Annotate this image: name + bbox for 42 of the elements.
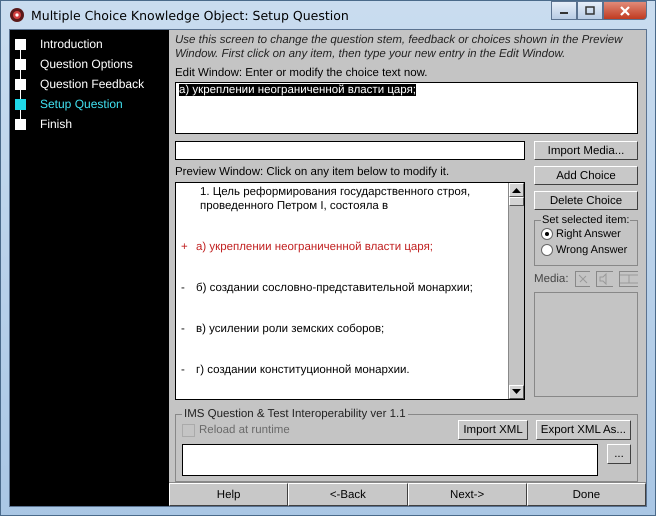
sidebar-item[interactable]: Question Options	[10, 54, 169, 74]
nav-button[interactable]: <-Back	[288, 483, 408, 506]
question-stem[interactable]: 1. Цель реформирования государственного строя, проведенного Петром I, состояла в	[180, 185, 500, 213]
sidebar-item[interactable]: Question Feedback	[10, 74, 169, 94]
choice-item[interactable]: - б) создании сословно-представительной монархии;	[180, 281, 504, 295]
xml-button[interactable]: Export XML As...	[536, 420, 631, 440]
minimize-button[interactable]	[551, 1, 577, 20]
maximize-button[interactable]	[577, 1, 603, 20]
nav-button[interactable]: Help	[169, 483, 288, 506]
import-media-button[interactable]: Import Media...	[534, 141, 638, 160]
xml-button[interactable]: Import XML	[458, 420, 528, 440]
preview-window-label: Preview Window: Click on any item below to modify it.	[175, 166, 450, 180]
scroll-down-icon[interactable]	[512, 389, 521, 395]
nav-button[interactable]: Done	[526, 483, 646, 506]
window-title: Multiple Choice Knowledge Object: Setup Question	[31, 8, 349, 22]
scrollbar[interactable]	[508, 183, 524, 399]
xml-path-field[interactable]	[182, 444, 598, 476]
choice-item[interactable]: - в) усилении роли земских соборов;	[180, 322, 504, 336]
sidebar-item[interactable]: Introduction	[10, 34, 169, 54]
sidebar-item[interactable]: Setup Question	[10, 94, 169, 114]
media-label: Media:	[534, 273, 569, 285]
choice-button[interactable]: Add Choice	[534, 166, 638, 185]
edit-window-field[interactable]: а) укреплении неограниченной власти царя;	[175, 82, 638, 134]
scroll-thumb[interactable]	[509, 197, 524, 206]
close-icon	[619, 6, 631, 16]
maximize-icon	[585, 6, 595, 15]
answer-radio[interactable]: Right Answer	[541, 226, 633, 242]
group-title: Set selected item:	[541, 214, 630, 226]
instructions-text: Use this screen to change the question stem, feedback or choices shown in the Preview Window. First click on any item, then type your new entry in the Edit Window.	[175, 33, 624, 61]
answer-radio[interactable]: Wrong Answer	[541, 242, 633, 258]
sidebar-item[interactable]: Finish	[10, 114, 169, 134]
scroll-up-icon[interactable]	[512, 187, 521, 193]
nav-button[interactable]: Next->	[408, 483, 527, 506]
edit-window-label: Edit Window: Enter or modify the choice text now.	[175, 67, 428, 81]
choice-item[interactable]: - г) создании конституционной монархии.	[180, 363, 504, 377]
media-path-field[interactable]	[175, 141, 525, 160]
choice-item[interactable]: + а) укреплении неограниченной власти царя;	[180, 240, 504, 254]
app-icon	[9, 7, 25, 23]
choice-button[interactable]: Delete Choice	[534, 191, 638, 210]
close-button[interactable]	[603, 1, 647, 20]
browse-button[interactable]: ...	[607, 444, 631, 464]
group-title: IMS Question & Test Interoperability ver 1.1	[183, 408, 407, 420]
